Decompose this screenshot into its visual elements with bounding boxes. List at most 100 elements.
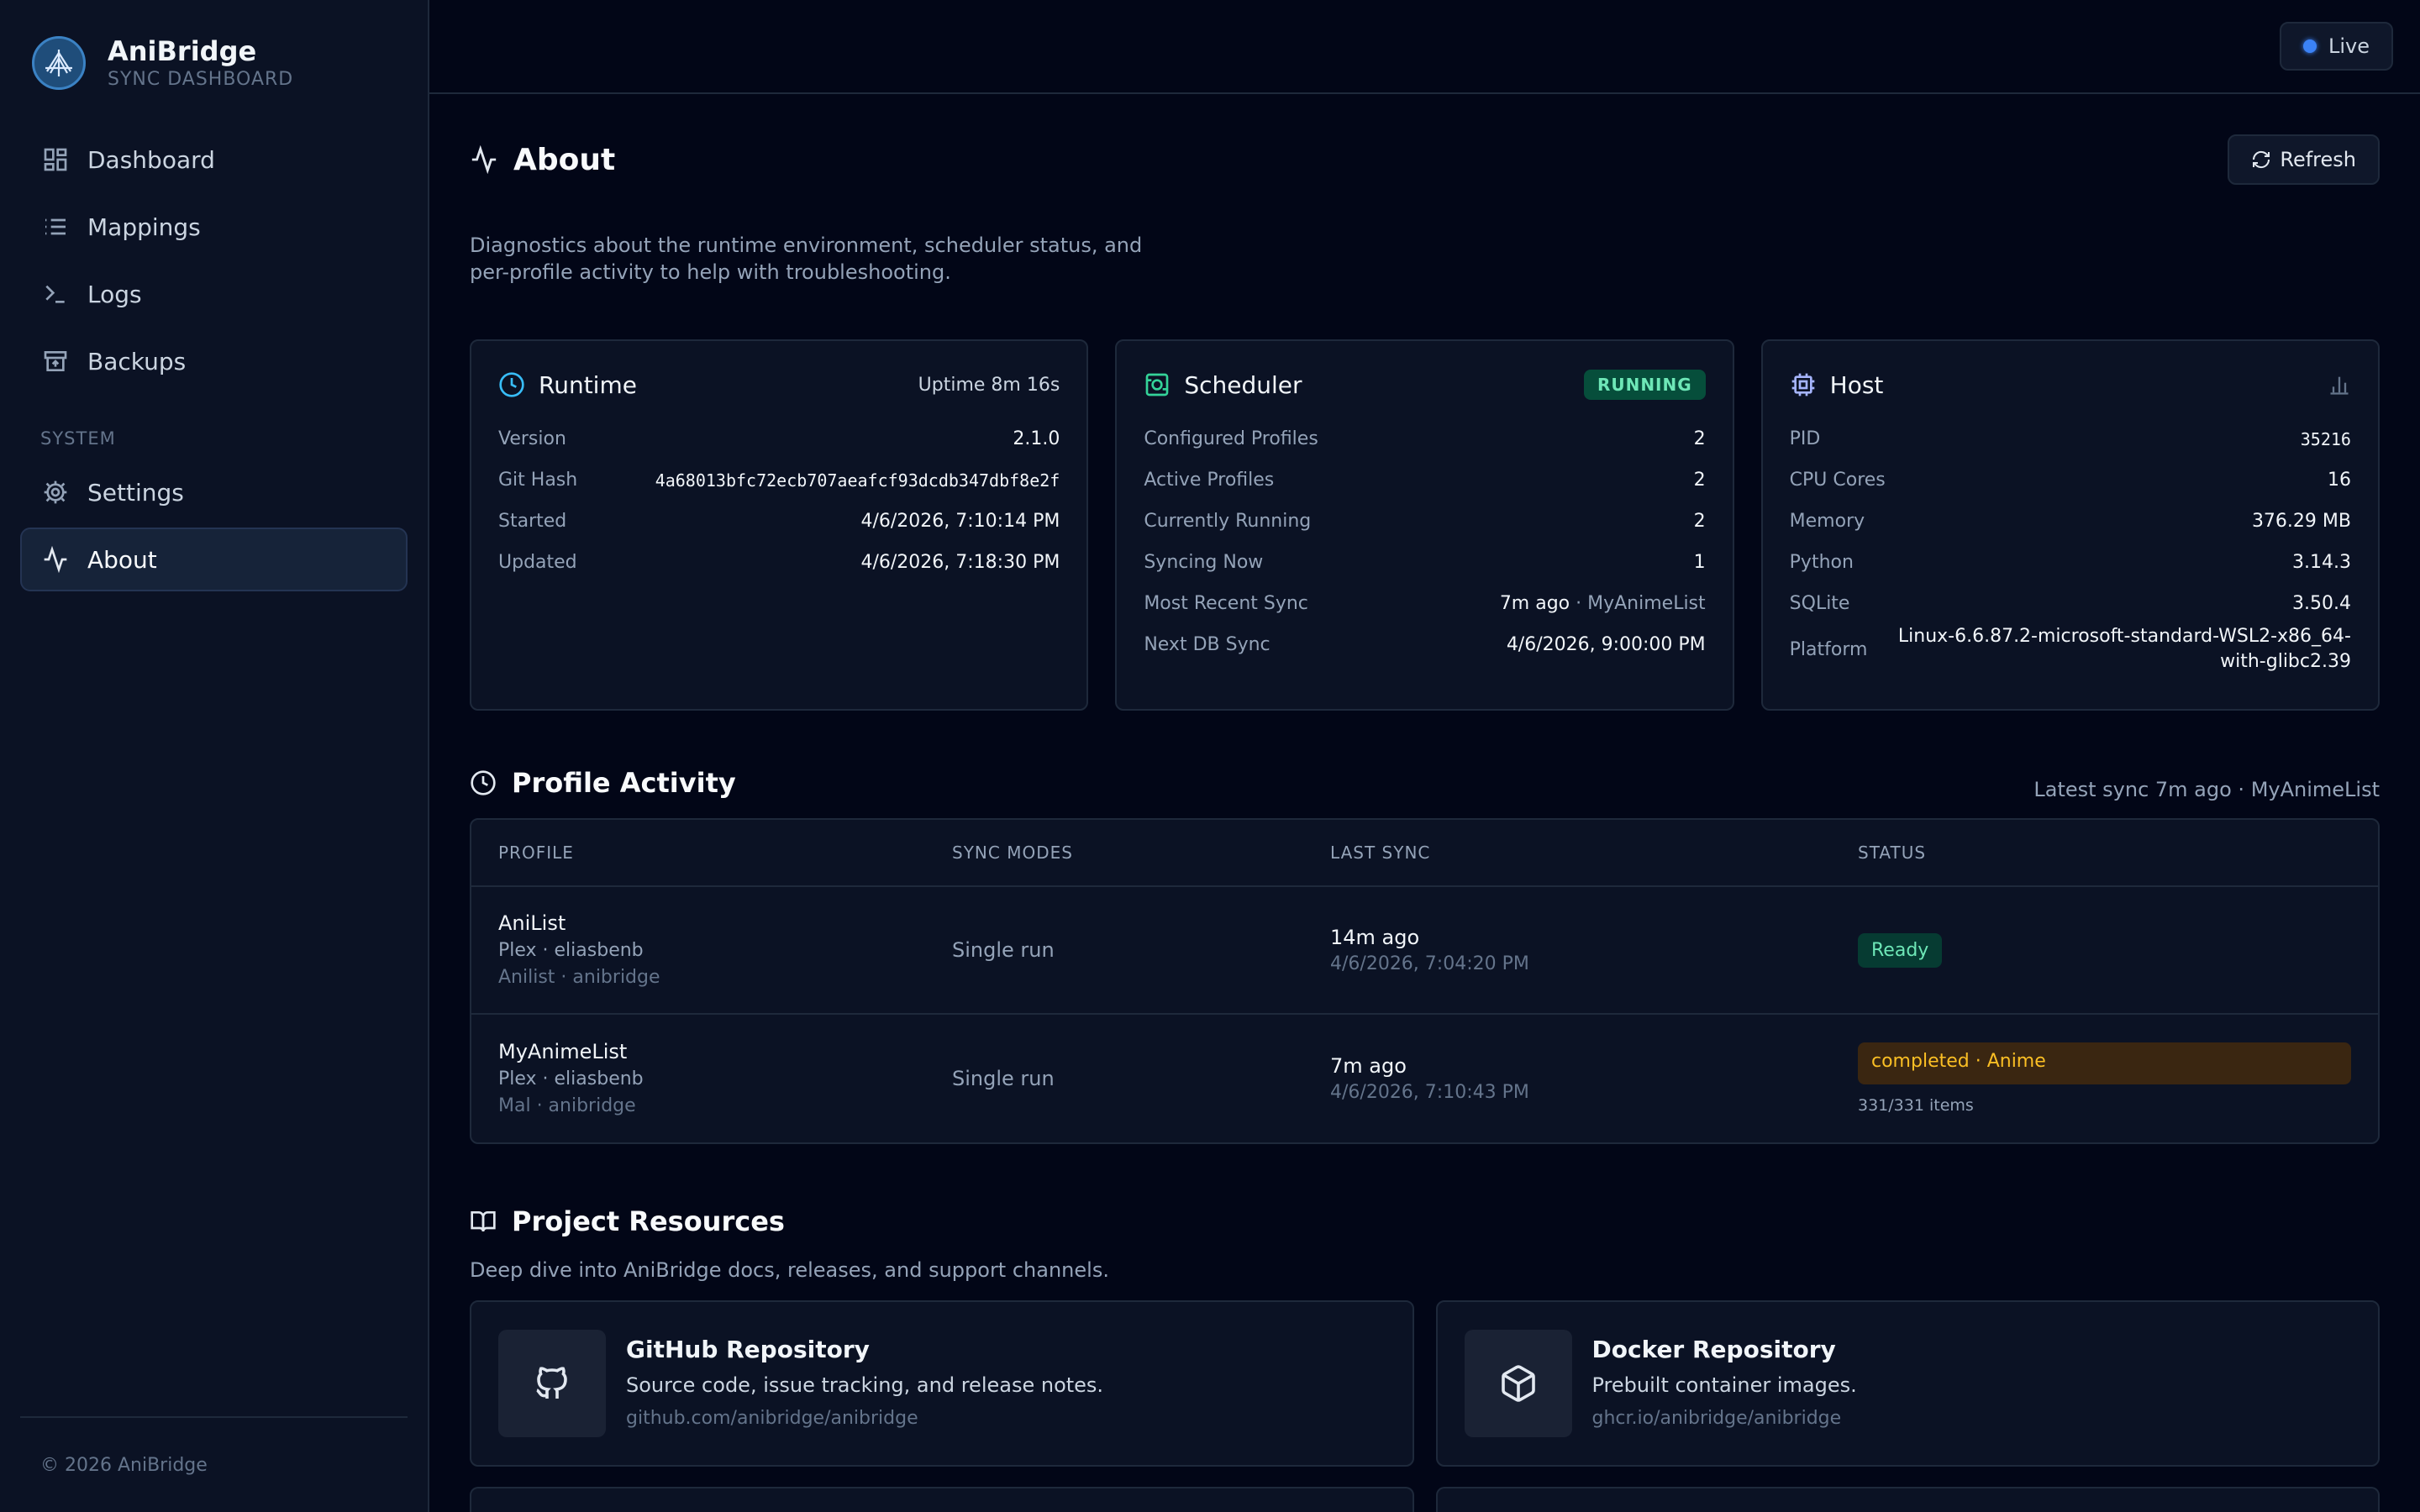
book-open-icon: [471, 1211, 496, 1232]
row-value: 2.1.0: [1013, 428, 1060, 449]
sidebar-nav: Dashboard Mappings Logs Backups SYSTEM S…: [20, 128, 408, 591]
sidebar: AniBridge SYNC DASHBOARD Dashboard Mappi…: [0, 0, 429, 1512]
archive-icon: [44, 351, 67, 371]
docker-repository-card[interactable]: Docker Repository Prebuilt container ima…: [1435, 1300, 2380, 1467]
sidebar-item-settings[interactable]: Settings: [20, 460, 408, 524]
row-key: Currently Running: [1144, 511, 1312, 532]
dashboard-icon: [44, 148, 67, 171]
github-repository-card[interactable]: GitHub Repository Source code, issue tra…: [470, 1300, 1414, 1467]
resource-link[interactable]: ghcr.io/anibridge/anibridge: [1592, 1404, 1857, 1434]
activity-icon: [44, 546, 67, 573]
project-resources-title: Project Resources: [470, 1205, 785, 1237]
profile-activity-title: Profile Activity: [470, 767, 736, 799]
status-cell: Ready: [1831, 932, 2378, 968]
page-title-text: About: [513, 142, 616, 177]
anibridge-logo-icon: [32, 36, 86, 90]
row-value: 3.14.3: [2292, 552, 2351, 573]
brand[interactable]: AniBridge SYNC DASHBOARD: [20, 0, 408, 126]
column-header: SYNC MODES: [952, 843, 1073, 863]
host-row: SQLite 3.50.4: [1790, 583, 2351, 624]
sidebar-item-label: About: [87, 545, 157, 574]
row-key: Syncing Now: [1144, 552, 1264, 573]
profile-activity-header: Profile Activity Latest sync 7m ago · My…: [470, 764, 2380, 801]
cpu-icon: [1791, 373, 1814, 396]
runtime-card: Runtime Uptime 8m 16s Version 2.1.0 Git H…: [470, 339, 1089, 711]
scheduler-card-title: Scheduler: [1144, 371, 1302, 399]
last-sync-relative: 7m ago: [1330, 1054, 1407, 1078]
last-sync-date: 4/6/2026, 7:10:43 PM: [1330, 1082, 1529, 1103]
sidebar-section-system: SYSTEM: [40, 428, 116, 449]
host-row: CPU Cores 16: [1790, 459, 2351, 501]
profile-name: MyAnimeList: [498, 1040, 628, 1063]
table-row[interactable]: AniList Plex · eliasbenb Anilist · anibr…: [471, 887, 2378, 1015]
sidebar-item-dashboard[interactable]: Dashboard: [20, 128, 408, 192]
resource-card-partial[interactable]: [470, 1487, 1414, 1512]
scheduler-icon: [1145, 373, 1169, 396]
table-header: PROFILE SYNC MODES LAST SYNC STATUS: [471, 820, 2378, 887]
sidebar-item-label: Backups: [87, 347, 187, 375]
host-row: Python 3.14.3: [1790, 542, 2351, 583]
sidebar-item-mappings[interactable]: Mappings: [20, 195, 408, 259]
last-sync-cell: 7m ago 4/6/2026, 7:10:43 PM: [1303, 1052, 1831, 1105]
clock-icon: [499, 372, 524, 397]
row-value: 1: [1693, 552, 1706, 573]
sync-mode: Single run: [952, 1067, 1055, 1090]
runtime-row-git-hash: Git Hash 4a68013bfc72ecb707aeafcf93dcdb34…: [498, 459, 1060, 501]
row-value: 376.29 MB: [2251, 511, 2351, 532]
resource-card-partial[interactable]: [1435, 1487, 2380, 1512]
brand-subtitle: SYNC DASHBOARD: [108, 69, 294, 90]
scheduler-card: Scheduler RUNNING Configured Profiles 2 A…: [1115, 339, 1734, 711]
refresh-button[interactable]: Refresh: [2228, 134, 2380, 185]
table-row[interactable]: MyAnimeList Plex · eliasbenb Mal · anibr…: [471, 1015, 2378, 1142]
profile-cell: MyAnimeList Plex · eliasbenb Mal · anibr…: [471, 1037, 925, 1120]
row-key: Updated: [498, 552, 577, 573]
row-value: 2: [1693, 470, 1706, 491]
sync-mode: Single run: [952, 938, 1055, 962]
github-icon: [498, 1330, 606, 1437]
sidebar-item-logs[interactable]: Logs: [20, 262, 408, 326]
sidebar-item-backups[interactable]: Backups: [20, 329, 408, 393]
live-status-dot-icon: [2302, 39, 2317, 53]
resource-subtitle: Source code, issue tracking, and release…: [626, 1373, 1104, 1397]
runtime-row-version: Version 2.1.0: [498, 418, 1060, 459]
runtime-row-started: Started 4/6/2026, 7:10:14 PM: [498, 501, 1060, 542]
last-sync-relative: 14m ago: [1330, 926, 1420, 949]
row-value: 3.50.4: [2292, 593, 2351, 614]
row-key: Active Profiles: [1144, 470, 1275, 491]
live-label: Live: [2328, 34, 2370, 58]
activity-icon: [471, 145, 497, 174]
host-row-platform: Platform Linux-6.6.87.2-microsoft-standar…: [1790, 624, 2351, 675]
sidebar-item-label: Logs: [87, 280, 142, 308]
row-value: 2: [1693, 511, 1706, 532]
row-key: Version: [498, 428, 566, 449]
sidebar-item-about[interactable]: About: [20, 528, 408, 591]
project-resources-description: Deep dive into AniBridge docs, releases,…: [470, 1258, 1109, 1282]
resource-link[interactable]: github.com/anibridge/anibridge: [626, 1404, 1103, 1434]
profile-activity-table: PROFILE SYNC MODES LAST SYNC STATUS AniL…: [470, 818, 2380, 1144]
page-title: About: [470, 143, 615, 177]
scheduler-row: Most Recent Sync 7m ago · MyAnimeList: [1144, 583, 1705, 624]
sidebar-footer: © 2026 AniBridge: [20, 1416, 408, 1512]
scheduler-row: Currently Running 2: [1144, 501, 1705, 542]
column-header: PROFILE: [498, 843, 574, 863]
row-value: Linux-6.6.87.2-microsoft-standard-WSL2-x…: [1897, 626, 2351, 672]
profile-name: AniList: [498, 911, 566, 935]
runtime-title-text: Runtime: [539, 370, 637, 399]
project-resources-title-text: Project Resources: [512, 1205, 785, 1237]
box-icon: [1464, 1330, 1572, 1437]
host-title-text: Host: [1829, 370, 1884, 399]
profile-target: Mal · anibridge: [498, 1095, 636, 1116]
column-header: STATUS: [1858, 843, 1927, 863]
row-key: Next DB Sync: [1144, 634, 1270, 655]
status-badge: Ready: [1858, 932, 1943, 968]
app-root: AniBridge SYNC DASHBOARD Dashboard Mappi…: [0, 0, 2420, 1512]
row-value: 4a68013bfc72ecb707aeafcf93dcdb347dbf8e2f: [655, 470, 1060, 491]
about-page: About Refresh Diagnostics about the runt…: [429, 94, 2420, 1512]
host-card: Host PID 35216 CPU Cores 16 Memory 376.29 M…: [1760, 339, 2380, 711]
last-sync-date: 4/6/2026, 7:04:20 PM: [1330, 953, 1529, 974]
clock-icon: [471, 770, 496, 795]
live-toggle-button[interactable]: Live: [2279, 22, 2393, 71]
sidebar-item-label: Mappings: [87, 213, 201, 241]
resource-title: Docker Repository: [1591, 1336, 1836, 1363]
resource-cards: GitHub Repository Source code, issue tra…: [470, 1300, 2380, 1467]
